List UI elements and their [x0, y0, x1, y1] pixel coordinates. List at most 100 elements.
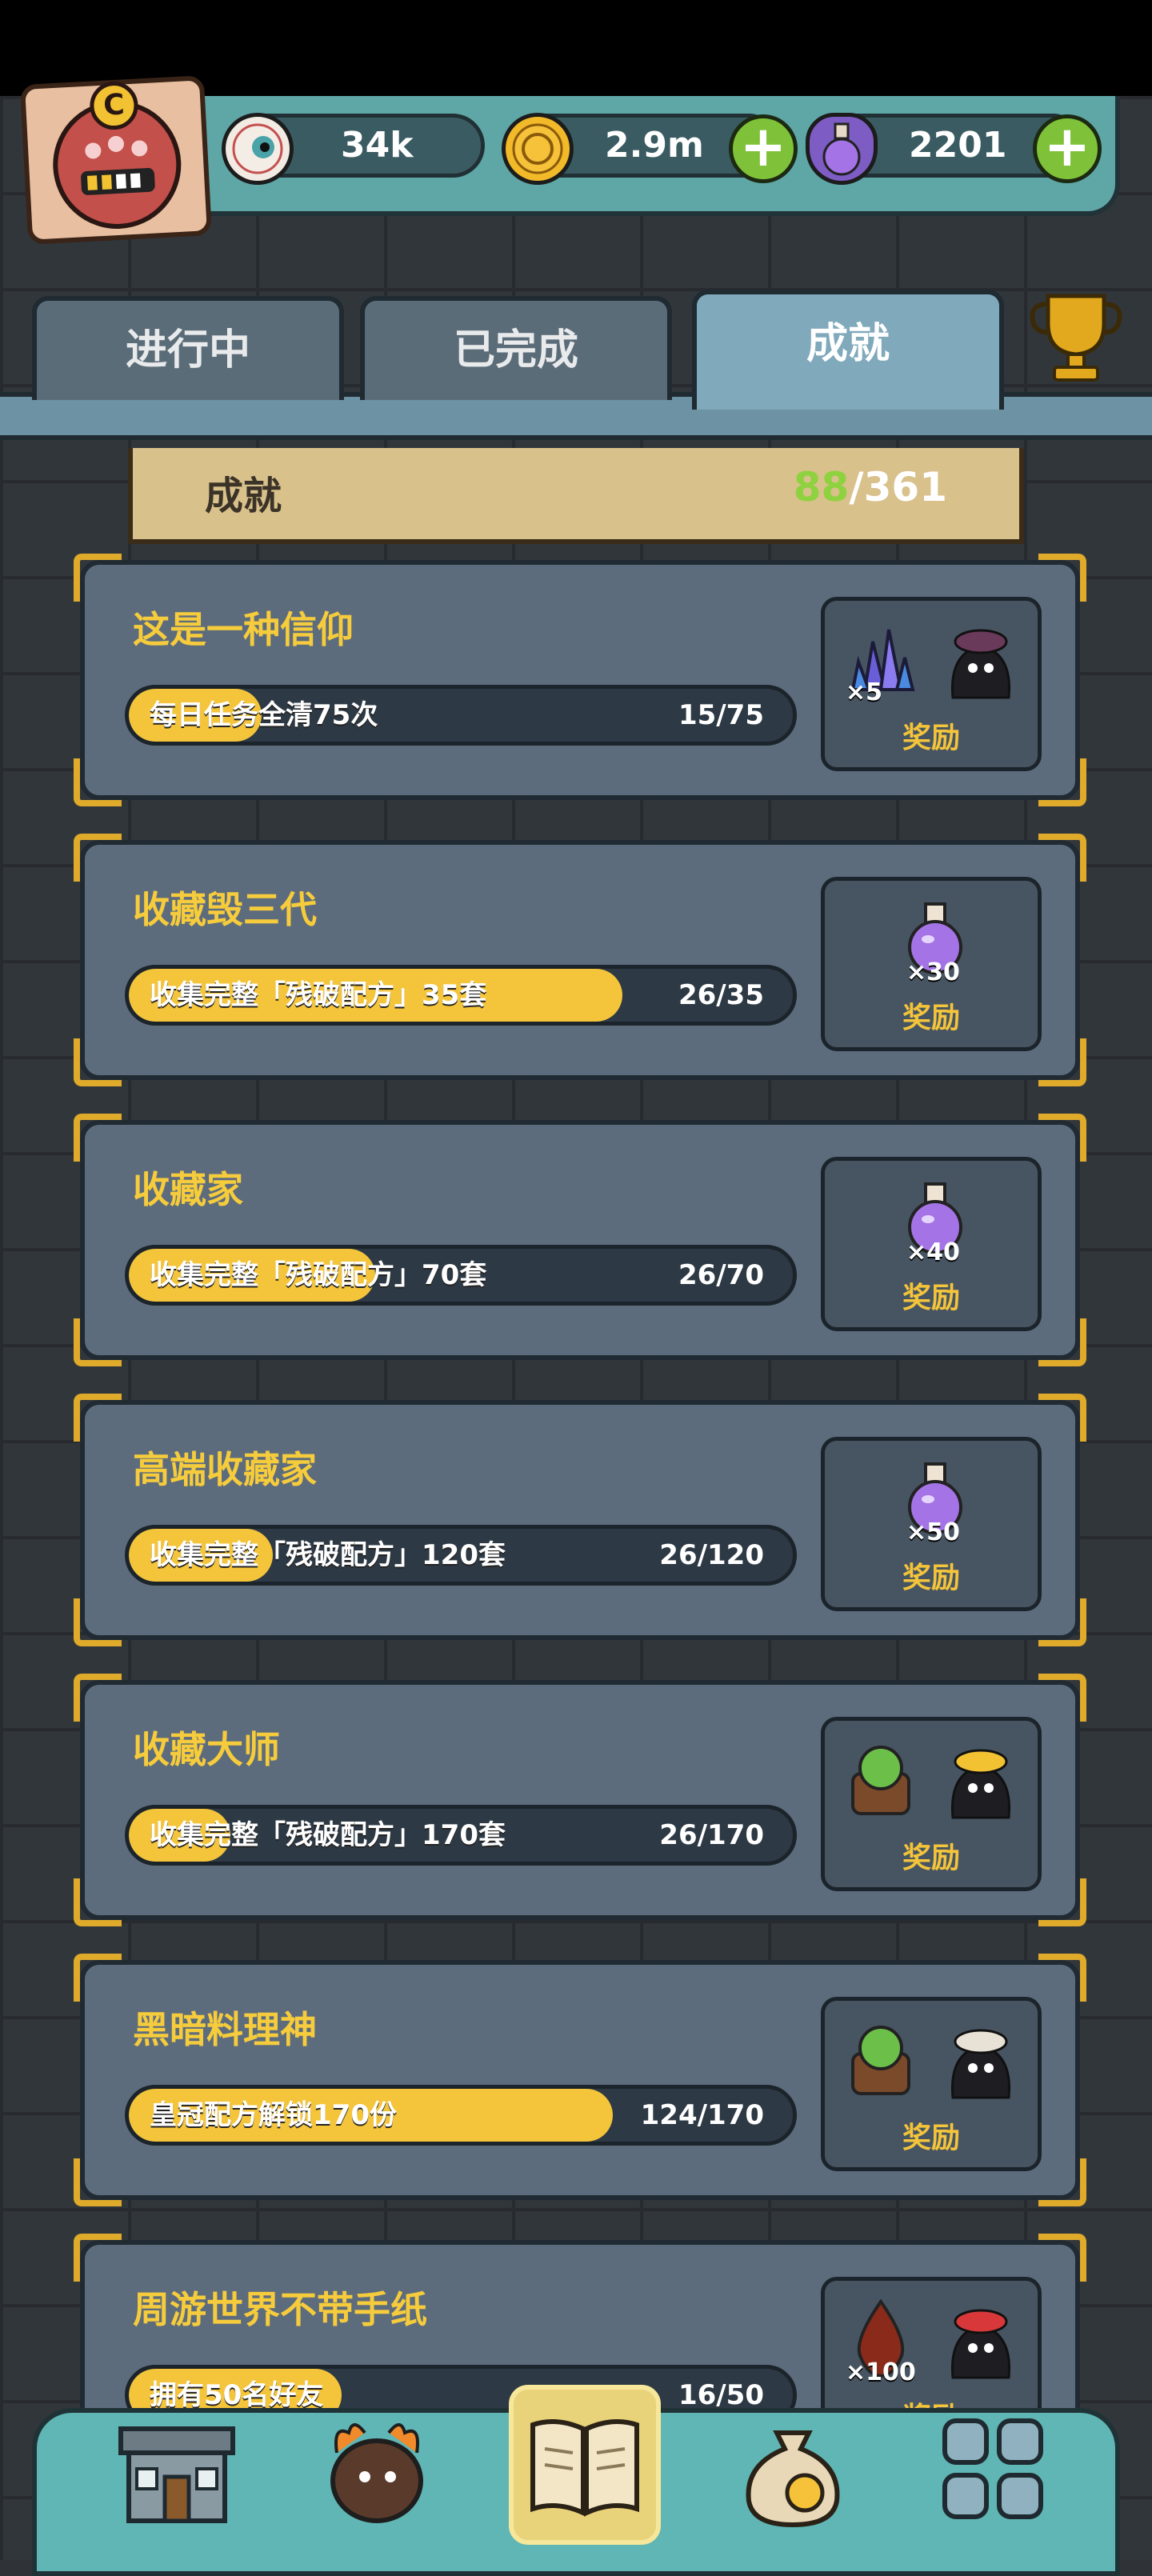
corner-ornament	[74, 1114, 122, 1162]
achievement-progress-bar: 收集完整「残破配方」35套 26/35	[125, 965, 797, 1026]
monster-furnace-icon	[330, 2423, 423, 2523]
achievement-card: 收藏毁三代收集完整「残破配方」35套 26/35 ×30 奖励	[74, 834, 1086, 1086]
reward-box[interactable]: ×50 奖励	[821, 1437, 1042, 1611]
achievement-progress-bar: 收集完整「残破配方」170套 26/170	[125, 1805, 797, 1866]
resource-panel: 34k 2.9m + 2201 +	[144, 96, 1120, 216]
eyes-value: 34k	[341, 125, 414, 166]
corner-ornament	[74, 834, 122, 882]
reward-label: 奖励	[902, 1002, 960, 1034]
add-coins-button[interactable]: +	[729, 114, 798, 183]
achievement-title: 收藏毁三代	[133, 888, 317, 931]
nav-monster[interactable]	[309, 2397, 445, 2541]
reward-count: ×40	[906, 1238, 960, 1266]
reward-box[interactable]: ×5 奖励	[821, 597, 1042, 771]
corner-ornament	[74, 554, 122, 602]
achievement-progress: 26/120	[659, 1539, 764, 1571]
corner-ornament	[74, 758, 122, 806]
achievement-task: 收集完整「残破配方」70套	[150, 1259, 487, 1291]
potions-counter: 2201 +	[806, 113, 1102, 185]
achievement-progress-bar: 收集完整「残破配方」120套 26/120	[125, 1525, 797, 1586]
corner-ornament	[74, 1598, 122, 1646]
corner-ornament	[74, 2234, 122, 2282]
achievement-task: 收集完整「残破配方」35套	[150, 979, 487, 1011]
corner-ornament	[74, 1394, 122, 1442]
achievements-done: 88	[793, 464, 850, 510]
achievement-card: 收藏大师 收集完整「残破配方」170套 26/170 奖励	[74, 1674, 1086, 1926]
reward-box[interactable]: ×30 奖励	[821, 877, 1042, 1051]
bottom-nav	[32, 2385, 1120, 2576]
reward-count: ×5	[846, 678, 883, 706]
reward-label: 奖励	[902, 1282, 960, 1314]
achievement-progress-bar: 收集完整「残破配方」70套 26/70	[125, 1245, 797, 1306]
corner-ornament	[74, 1954, 122, 2002]
monster-avatar-icon: C	[50, 80, 185, 233]
trophy-icon[interactable]	[1024, 284, 1128, 388]
corner-ornament	[1038, 1318, 1086, 1366]
achievement-progress: 26/70	[678, 1259, 764, 1291]
achievement-task: 收集完整「残破配方」120套	[150, 1539, 506, 1571]
corner-ornament	[1038, 1878, 1086, 1926]
corner-ornament	[1038, 758, 1086, 806]
achievement-progress-bar: 每日任务全清75次 15/75	[125, 685, 797, 746]
corner-ornament	[74, 1674, 122, 1722]
corner-ornament	[1038, 1598, 1086, 1646]
eyeball-icon	[222, 113, 294, 185]
achievement-card: 高端收藏家 收集完整「残破配方」120套 26/120 ×50 奖励	[74, 1394, 1086, 1646]
shop-building-icon	[118, 2426, 235, 2523]
achievement-progress: 26/35	[678, 979, 764, 1011]
potion-icon	[806, 113, 878, 185]
corner-ornament	[1038, 1954, 1086, 2002]
corner-ornament	[74, 1878, 122, 1926]
tab-completed[interactable]: 已完成	[360, 296, 672, 400]
achievement-task: 皇冠配方解锁170份	[150, 2099, 397, 2131]
corner-ornament	[1038, 2158, 1086, 2206]
corner-ornament	[1038, 1394, 1086, 1442]
white-hat-character-icon	[941, 2014, 1021, 2102]
tab-in-progress[interactable]: 进行中	[32, 296, 344, 400]
nav-more[interactable]	[925, 2397, 1061, 2541]
gold-hat-character-icon	[941, 1734, 1021, 1822]
red-cap-character-icon	[941, 2294, 1021, 2382]
crystal-cluster-icon: ×5	[841, 614, 921, 706]
corner-ornament	[1038, 1114, 1086, 1162]
achievement-title: 周游世界不带手纸	[133, 2288, 427, 2331]
achievement-card: 收藏家 收集完整「残破配方」70套 26/70 ×40 奖励	[74, 1114, 1086, 1366]
reward-label: 奖励	[902, 2122, 960, 2154]
achievement-card: 这是一种信仰每日任务全清75次 15/75 ×5 奖励	[74, 554, 1086, 806]
reward-count: ×30	[906, 958, 960, 986]
reward-box[interactable]: 奖励	[821, 1717, 1042, 1891]
player-avatar[interactable]: C	[19, 75, 213, 245]
reward-box[interactable]: ×40 奖励	[821, 1157, 1042, 1331]
reward-count: ×100	[846, 2358, 916, 2386]
coins-value: 2.9m	[605, 125, 704, 166]
open-book-icon	[530, 2419, 639, 2517]
achievement-title: 黑暗料理神	[133, 2008, 317, 2051]
achievement-progress: 15/75	[678, 699, 764, 731]
cabbage-basket-icon	[841, 2014, 921, 2102]
add-potions-button[interactable]: +	[1033, 114, 1102, 183]
corner-ornament	[74, 1038, 122, 1086]
nav-shop[interactable]	[109, 2397, 245, 2541]
achievement-card: 黑暗料理神皇冠配方解锁170份 124/170 奖励	[74, 1954, 1086, 2206]
achievement-summary: 成就 88/361	[128, 448, 1024, 544]
tab-achievements[interactable]: 成就	[692, 290, 1004, 410]
nav-book[interactable]	[509, 2385, 661, 2545]
potions-value: 2201	[909, 125, 1007, 166]
cabbage-basket-icon	[841, 1734, 921, 1822]
achievement-progress: 124/170	[640, 2099, 764, 2131]
achievement-title: 这是一种信仰	[133, 608, 354, 651]
reward-count: ×50	[906, 1518, 960, 1546]
party-hat-character-icon	[941, 614, 1021, 702]
coin-icon	[502, 113, 574, 185]
corner-ornament	[1038, 1038, 1086, 1086]
money-bag-icon	[746, 2430, 840, 2528]
grid-menu-icon	[942, 2418, 1043, 2519]
coins-counter: 2.9m +	[502, 113, 798, 185]
achievement-summary-count: 88/361	[794, 464, 947, 510]
corner-ornament	[74, 2158, 122, 2206]
corner-ornament	[1038, 834, 1086, 882]
corner-ornament	[1038, 1674, 1086, 1722]
reward-box[interactable]: 奖励	[821, 1997, 1042, 2171]
purple-potion-icon: ×50	[895, 1454, 975, 1546]
nav-money[interactable]	[725, 2397, 861, 2541]
